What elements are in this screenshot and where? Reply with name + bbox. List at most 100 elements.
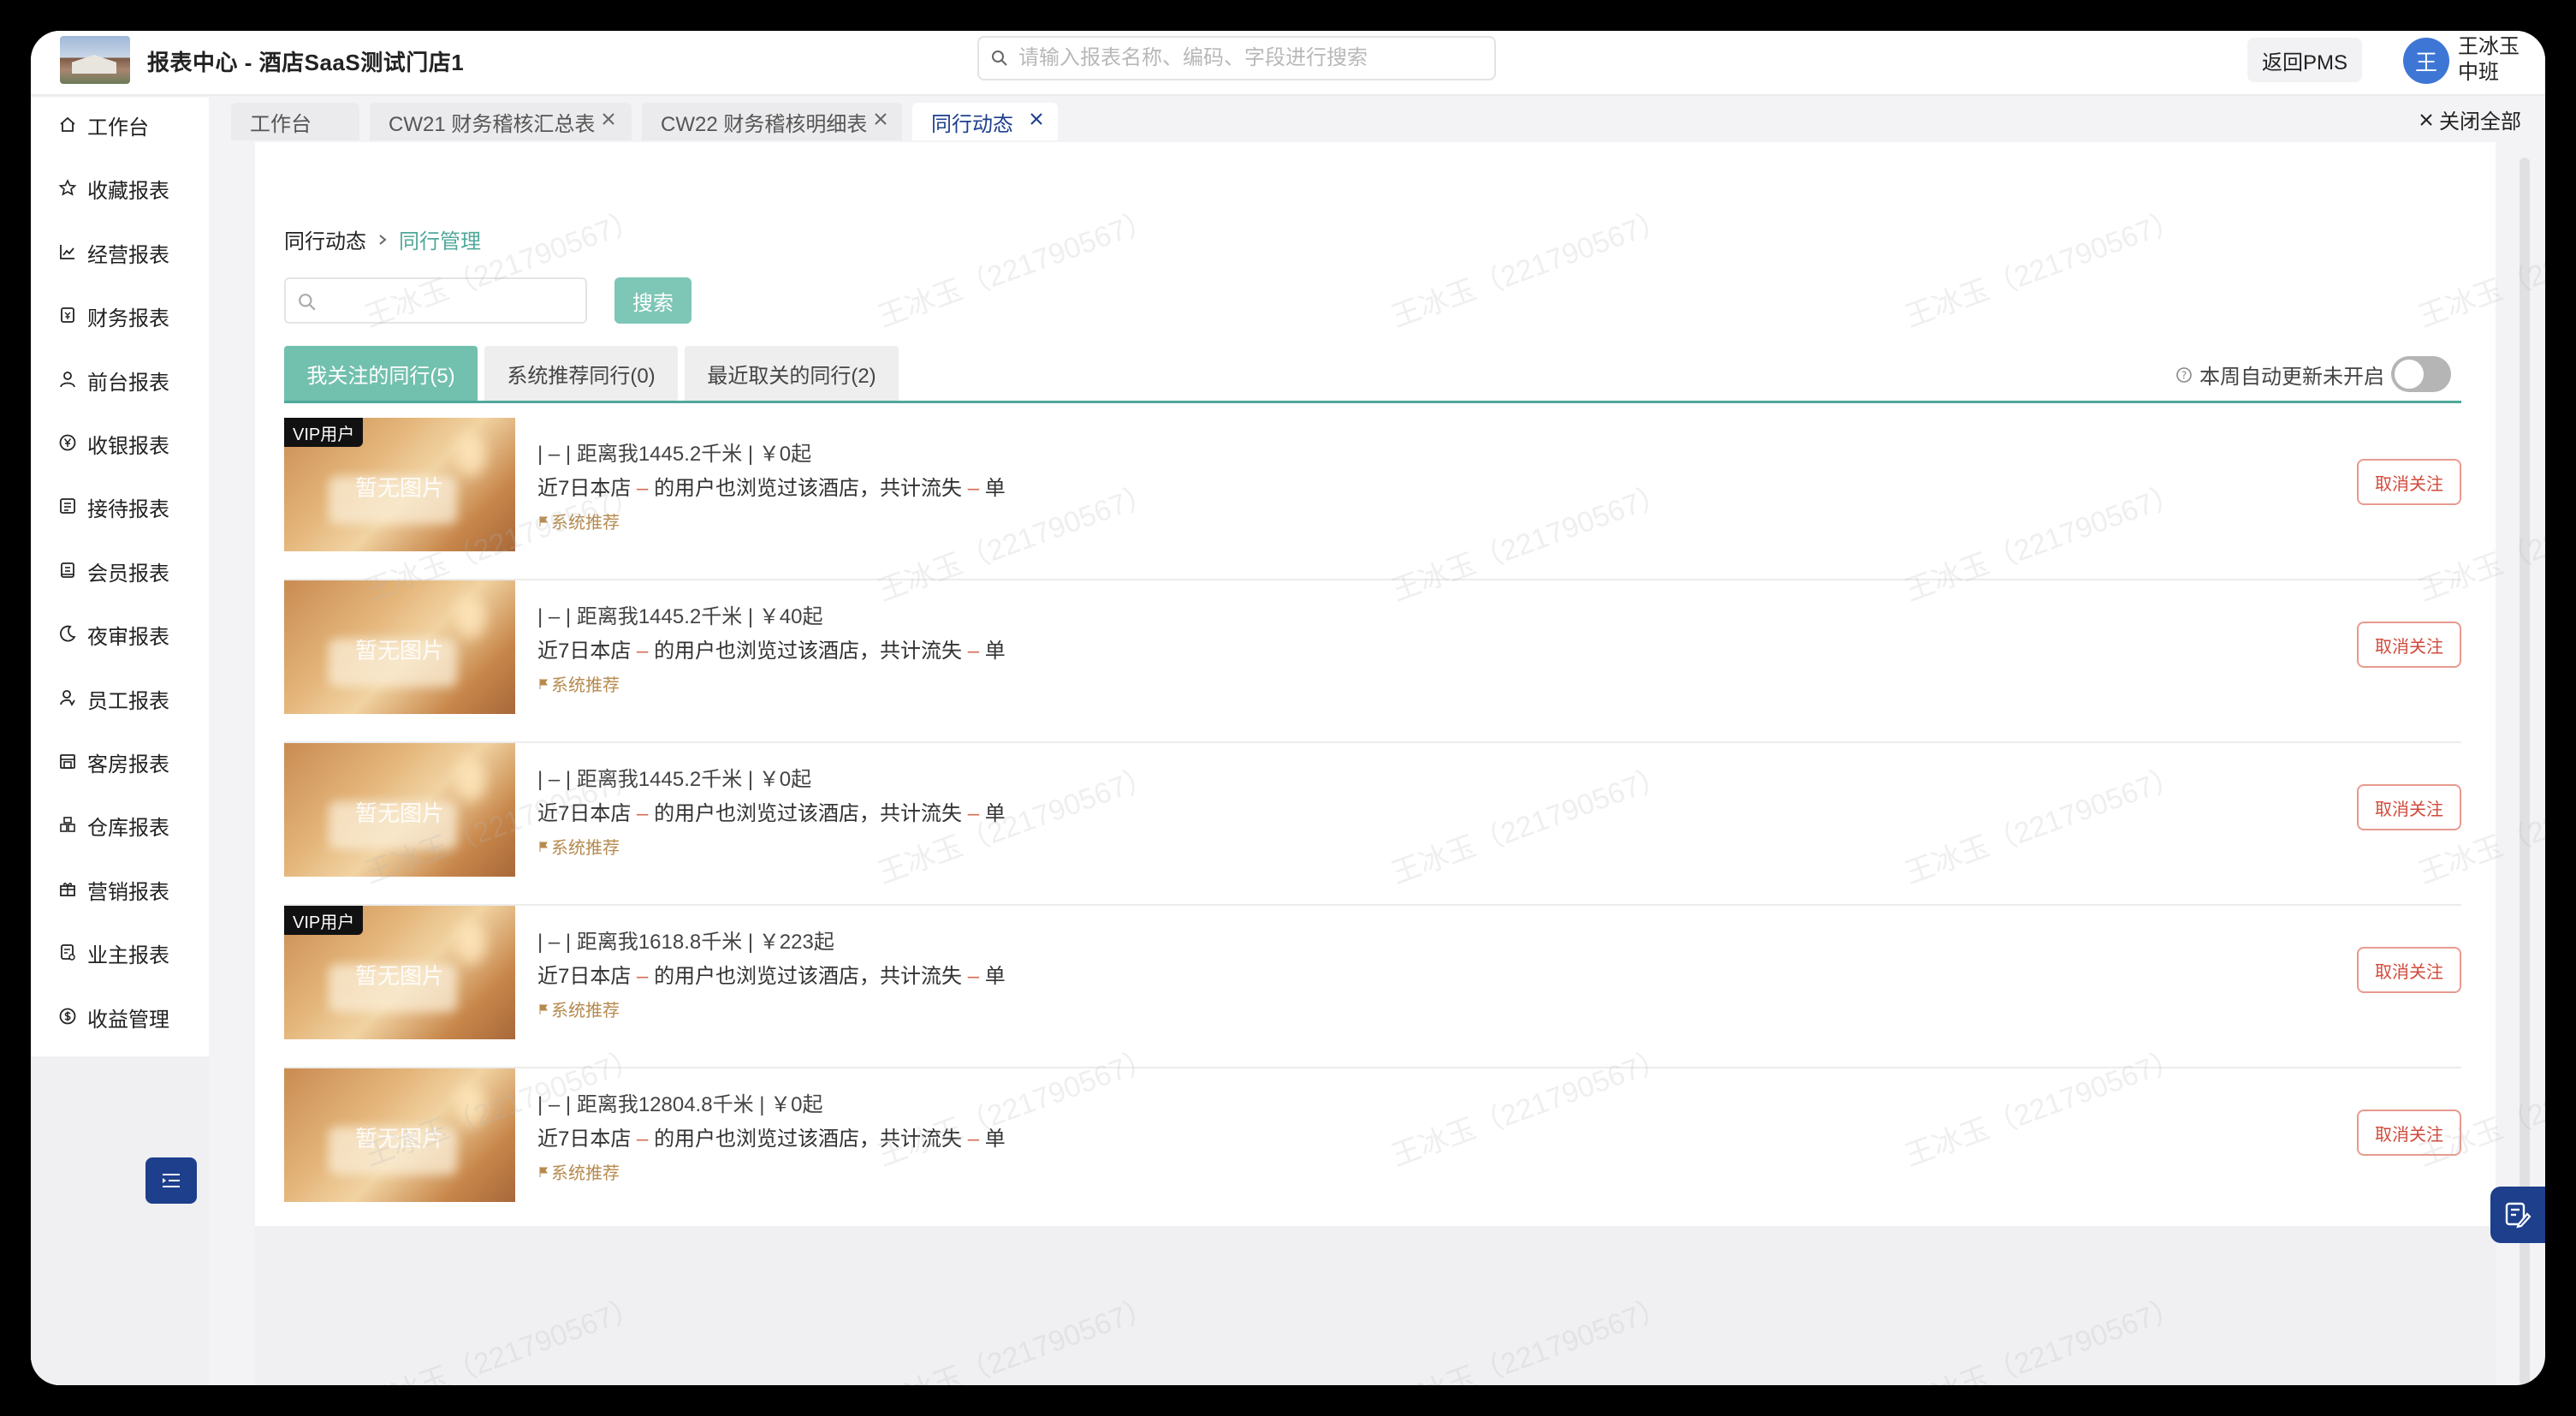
hotel-thumbnail[interactable]: 暂无图片 VIP用户 bbox=[284, 906, 515, 1039]
finance-doc-icon bbox=[61, 307, 74, 324]
sidebar-item-label: 客房报表 bbox=[87, 753, 169, 776]
tab-cw22[interactable]: CW22 财务稽核明细表 bbox=[642, 103, 902, 140]
sidebar-item[interactable]: 财务报表 bbox=[31, 290, 209, 338]
hotel-thumbnail[interactable]: 暂无图片 bbox=[284, 580, 515, 714]
lost-orders-text: 近7日本店 – 的用户也浏览过该酒店，共计流失 – 单 bbox=[537, 959, 1006, 989]
sidebar-item[interactable]: 客房报表 bbox=[31, 736, 209, 784]
line2-mid: 的用户也浏览过该酒店，共计流失 bbox=[654, 802, 963, 825]
warehouse-icon bbox=[60, 817, 75, 833]
collapse-sidebar-button[interactable] bbox=[145, 1157, 197, 1204]
sidebar-item[interactable]: 营销报表 bbox=[31, 864, 209, 912]
sidebar-item[interactable]: 会员报表 bbox=[31, 545, 209, 593]
sidebar-item[interactable]: 经营报表 bbox=[31, 227, 209, 275]
no-image-label: 暂无图片 bbox=[354, 800, 444, 826]
tab-cw21[interactable]: CW21 财务稽核汇总表 bbox=[370, 103, 632, 140]
line2-dash: – bbox=[637, 802, 649, 825]
global-search-input[interactable] bbox=[1018, 45, 1481, 72]
line2-prefix: 近7日本店 bbox=[537, 477, 632, 500]
tab-underline bbox=[284, 401, 2461, 403]
recommend-tag-label: 系统推荐 bbox=[551, 1164, 620, 1183]
recommend-tag: 系统推荐 bbox=[539, 834, 620, 859]
line2-suffix: 单 bbox=[984, 477, 1006, 500]
sidebar-item[interactable]: 业主报表 bbox=[31, 927, 209, 975]
avatar[interactable]: 王 bbox=[2403, 38, 2449, 84]
auto-update-toggle[interactable] bbox=[2391, 356, 2451, 392]
search-button[interactable]: 搜索 bbox=[614, 277, 691, 324]
auto-update-label: 本周自动更新未开启 bbox=[2199, 366, 2384, 389]
hotel-distance-price: | – | 距离我1618.8千米 | ￥223起 bbox=[537, 931, 834, 954]
line2-prefix: 近7日本店 bbox=[537, 640, 632, 663]
recommend-tag-label: 系统推荐 bbox=[551, 514, 620, 532]
hotel-thumbnail[interactable]: 暂无图片 VIP用户 bbox=[284, 418, 515, 551]
tab-peer-dynamics[interactable]: 同行动态 bbox=[912, 103, 1058, 140]
sidebar-item[interactable]: 收藏报表 bbox=[31, 163, 209, 211]
peer-list-item: 暂无图片 | – | 距离我12804.8千米 | ￥0起 近7日本店 – 的用户也… bbox=[284, 1068, 2461, 1231]
reception-icon bbox=[60, 498, 75, 515]
sidebar-item[interactable]: 仓库报表 bbox=[31, 800, 209, 848]
line2-dash: – bbox=[967, 965, 980, 988]
recommend-tag-label: 系统推荐 bbox=[551, 1002, 620, 1020]
close-icon[interactable] bbox=[873, 111, 888, 127]
sidebar-item-label: 工作台 bbox=[87, 116, 149, 140]
feedback-float-button[interactable] bbox=[2490, 1187, 2545, 1243]
tab-followed-peers[interactable]: 我关注的同行(5) bbox=[284, 346, 478, 401]
flag-icon bbox=[539, 841, 548, 852]
flag-icon bbox=[539, 678, 548, 689]
tab-label: 同行动态 bbox=[931, 112, 1013, 136]
recommend-tag: 系统推荐 bbox=[539, 671, 620, 696]
unfollow-button[interactable]: 取消关注 bbox=[2357, 947, 2461, 993]
hotel-thumbnail[interactable]: 暂无图片 bbox=[284, 743, 515, 877]
line2-dash: – bbox=[637, 1127, 649, 1151]
breadcrumb-current: 同行管理 bbox=[399, 230, 481, 253]
hotel-thumbnail[interactable]: 暂无图片 bbox=[284, 1068, 515, 1202]
dollar-circle-icon bbox=[59, 1008, 76, 1024]
sidebar-item-label: 财务报表 bbox=[87, 307, 169, 331]
star-icon bbox=[58, 179, 77, 196]
lost-orders-text: 近7日本店 – 的用户也浏览过该酒店，共计流失 – 单 bbox=[537, 1121, 1006, 1151]
thumbnail-blur-lamp bbox=[455, 433, 486, 476]
hotel-distance-price: | – | 距离我1445.2千米 | ￥40起 bbox=[537, 605, 823, 628]
peer-search-input[interactable] bbox=[284, 277, 587, 324]
tab-recently-unfollowed[interactable]: 最近取关的同行(2) bbox=[685, 346, 899, 401]
sidebar-item[interactable]: 工作台 bbox=[31, 99, 209, 147]
gift-icon bbox=[60, 882, 75, 896]
sidebar-item[interactable]: 收银报表 bbox=[31, 418, 209, 466]
tab-workbench[interactable]: 工作台 bbox=[231, 103, 359, 140]
sidebar-item[interactable]: 收益管理 bbox=[31, 991, 209, 1039]
global-search[interactable] bbox=[977, 36, 1496, 80]
recommend-tag: 系统推荐 bbox=[539, 1159, 620, 1184]
line2-dash: – bbox=[967, 1127, 980, 1151]
app-window: 报表中心 - 酒店SaaS测试门店1 返回PMS 王 王冰玉 中班 工作台收藏报… bbox=[31, 31, 2545, 1385]
sidebar-item[interactable]: 前台报表 bbox=[31, 354, 209, 402]
tab-recommended-peers[interactable]: 系统推荐同行(0) bbox=[484, 346, 678, 401]
flag-icon bbox=[539, 515, 548, 527]
sidebar-item[interactable]: 接待报表 bbox=[31, 481, 209, 529]
member-card-icon bbox=[61, 562, 74, 578]
line-chart-icon bbox=[60, 244, 74, 259]
sidebar-item[interactable]: 员工报表 bbox=[31, 673, 209, 721]
user-icon bbox=[60, 371, 75, 387]
back-to-pms-button[interactable]: 返回PMS bbox=[2247, 38, 2362, 82]
help-circle-icon[interactable]: ? bbox=[2175, 366, 2193, 384]
unfollow-button[interactable]: 取消关注 bbox=[2357, 459, 2461, 505]
line2-dash: – bbox=[637, 965, 649, 988]
line2-prefix: 近7日本店 bbox=[537, 965, 632, 988]
close-icon[interactable] bbox=[601, 111, 616, 127]
unfollow-button[interactable]: 取消关注 bbox=[2357, 1110, 2461, 1156]
line2-dash: – bbox=[967, 477, 980, 500]
sidebar-item-label: 收藏报表 bbox=[87, 180, 169, 204]
line2-dash: – bbox=[967, 802, 980, 825]
close-all-tabs-button[interactable]: 关闭全部 bbox=[2419, 104, 2521, 134]
sidebar-footer bbox=[31, 1056, 209, 1385]
close-icon[interactable] bbox=[1029, 111, 1044, 127]
sidebar-item[interactable]: 夜审报表 bbox=[31, 609, 209, 657]
unfollow-button[interactable]: 取消关注 bbox=[2357, 622, 2461, 668]
breadcrumb-parent[interactable]: 同行动态 bbox=[284, 224, 366, 254]
room-icon bbox=[60, 754, 75, 769]
recommend-tag-label: 系统推荐 bbox=[551, 676, 620, 695]
menu-fold-icon bbox=[163, 1174, 180, 1187]
app-title: 报表中心 - 酒店SaaS测试门店1 bbox=[147, 50, 465, 75]
unfollow-button[interactable]: 取消关注 bbox=[2357, 784, 2461, 830]
yen-circle-icon bbox=[59, 434, 76, 451]
line2-prefix: 近7日本店 bbox=[537, 1127, 632, 1151]
